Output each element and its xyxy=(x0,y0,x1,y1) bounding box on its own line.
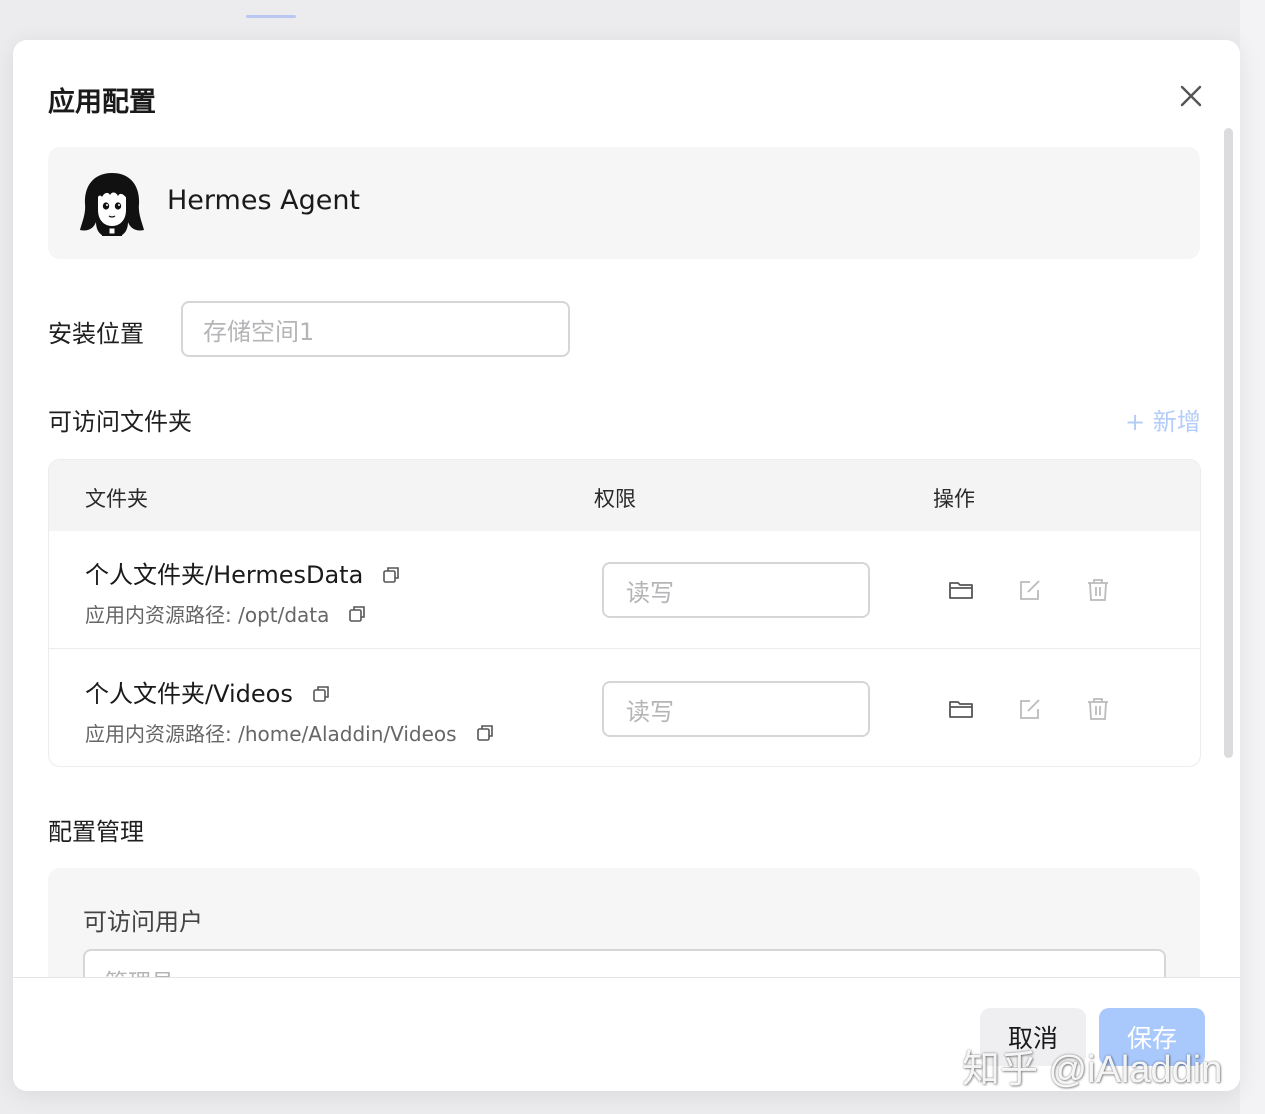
background-tab-indicator xyxy=(246,15,296,18)
copy-icon[interactable] xyxy=(475,723,495,743)
folder-path: 应用内资源路径: /home/Aladdin/Videos xyxy=(85,718,495,747)
folder-path-text: 应用内资源路径: /opt/data xyxy=(85,603,330,627)
copy-icon[interactable] xyxy=(347,604,367,624)
column-header-actions: 操作 xyxy=(933,487,975,511)
background-panel xyxy=(1240,0,1265,1114)
folder-path: 应用内资源路径: /opt/data xyxy=(85,599,367,628)
permission-select[interactable]: 读写 xyxy=(602,562,870,618)
add-folder-button[interactable]: + 新增 xyxy=(1125,402,1201,437)
folder-icon[interactable] xyxy=(947,576,975,604)
install-location-select[interactable]: 存储空间1 xyxy=(181,301,570,357)
app-config-dialog: 应用配置 Hermes Agent 安装位置 存储空间1 可访问文件夹 + 新增… xyxy=(13,40,1240,1091)
table-row: 个人文件夹/Videos 应用内资源路径: /home/Aladdin/Vide… xyxy=(49,650,1200,766)
folder-name: 个人文件夹/Videos xyxy=(85,674,331,709)
folder-name: 个人文件夹/HermesData xyxy=(85,555,401,590)
app-name: Hermes Agent xyxy=(167,185,361,216)
folder-name-text: 个人文件夹/HermesData xyxy=(85,561,364,589)
accessible-users-label: 可访问用户 xyxy=(83,908,203,936)
column-header-permission: 权限 xyxy=(594,487,636,511)
table-row: 个人文件夹/HermesData 应用内资源路径: /opt/data 读写 xyxy=(49,531,1200,649)
accessible-folders-title: 可访问文件夹 xyxy=(48,408,192,436)
install-location-label: 安装位置 xyxy=(48,320,144,348)
column-header-folder: 文件夹 xyxy=(85,487,148,511)
permission-select[interactable]: 读写 xyxy=(602,681,870,737)
copy-icon[interactable] xyxy=(381,563,401,583)
close-icon[interactable] xyxy=(1176,81,1206,111)
trash-icon[interactable] xyxy=(1084,576,1112,604)
copy-icon[interactable] xyxy=(311,682,331,702)
folder-icon[interactable] xyxy=(947,695,975,723)
trash-icon[interactable] xyxy=(1084,695,1112,723)
anime-girl-avatar-icon xyxy=(78,170,146,238)
scrollbar[interactable] xyxy=(1224,128,1233,758)
folders-table: 文件夹 权限 操作 个人文件夹/HermesData 应用内资源路径: /opt… xyxy=(48,459,1201,767)
dialog-title: 应用配置 xyxy=(48,87,156,118)
watermark: 知乎 @iAladdin xyxy=(962,1049,1223,1091)
table-header: 文件夹 权限 操作 xyxy=(49,460,1200,531)
folder-name-text: 个人文件夹/Videos xyxy=(85,680,293,708)
folder-path-text: 应用内资源路径: /home/Aladdin/Videos xyxy=(85,722,457,746)
edit-icon[interactable] xyxy=(1016,695,1044,723)
app-info-card: Hermes Agent xyxy=(48,147,1200,259)
config-management-title: 配置管理 xyxy=(48,818,144,846)
edit-icon[interactable] xyxy=(1016,576,1044,604)
